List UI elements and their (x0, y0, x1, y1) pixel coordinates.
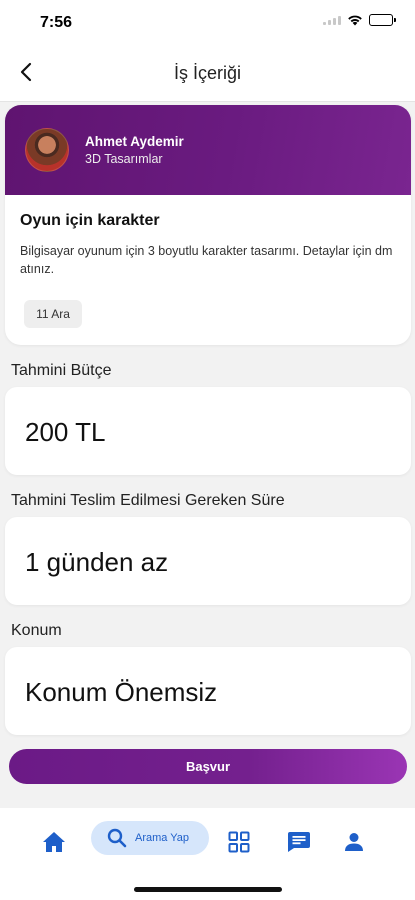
home-icon (43, 832, 65, 852)
page-title: İş İçeriği (173, 63, 242, 83)
budget-card: 200 TL (5, 387, 411, 475)
duration-value: 1 günden az (25, 547, 169, 577)
person-icon (345, 833, 363, 851)
status-bar: 7:56 (0, 0, 415, 46)
job-card-header: Ahmet Aydemir 3D Tasarımlar (5, 105, 411, 195)
date-badge: 11 Ara (24, 300, 82, 328)
duration-label: Tahmini Teslim Edilmesi Gereken Süre (11, 492, 285, 509)
bottom-nav: Arama Yap (0, 808, 415, 900)
nav-home[interactable] (40, 828, 68, 856)
nav-categories[interactable] (226, 828, 252, 856)
nav-bar: İş İçeriği (0, 46, 415, 102)
nav-profile[interactable] (342, 828, 366, 856)
location-value: Konum Önemsiz (25, 677, 218, 707)
status-time: 7:56 (40, 14, 73, 31)
wifi-icon (348, 15, 362, 26)
user-name[interactable]: Ahmet Aydemir (85, 134, 184, 149)
home-indicator (134, 887, 282, 892)
nav-search-label: Arama Yap (135, 832, 190, 844)
grid-icon (228, 831, 250, 853)
chat-icon (288, 832, 310, 852)
budget-value: 200 TL (25, 417, 106, 447)
avatar[interactable] (25, 128, 69, 172)
job-description: Bilgisayar oyunum için 3 boyutlu karakte… (20, 244, 393, 276)
location-label: Konum (11, 622, 62, 639)
battery-icon (369, 14, 396, 26)
location-card: Konum Önemsiz (5, 647, 411, 735)
budget-label: Tahmini Bütçe (11, 362, 112, 379)
nav-messages[interactable] (286, 828, 312, 856)
signal-icon (323, 15, 341, 25)
nav-search[interactable]: Arama Yap (91, 821, 209, 855)
user-role: 3D Tasarımlar (85, 152, 163, 166)
job-card[interactable]: Ahmet Aydemir 3D Tasarımlar Oyun için ka… (5, 105, 411, 345)
job-title: Oyun için karakter (20, 212, 160, 229)
search-icon (107, 828, 127, 848)
duration-card: 1 günden az (5, 517, 411, 605)
apply-button[interactable]: Başvur (9, 749, 407, 784)
status-icons (323, 14, 396, 26)
